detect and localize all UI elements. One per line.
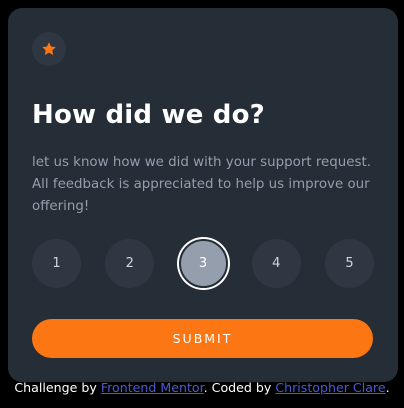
attribution-middle: . Coded by bbox=[203, 380, 276, 395]
rating-option-4[interactable]: 4 bbox=[251, 239, 301, 288]
attribution-prefix: Challenge by bbox=[14, 380, 101, 395]
author-link[interactable]: Christopher Clare bbox=[275, 380, 385, 395]
rating-option-2[interactable]: 2 bbox=[105, 239, 155, 288]
card-description: let us know how we did with your support… bbox=[32, 155, 371, 214]
rating-option-3[interactable]: 3 bbox=[178, 239, 228, 288]
rating-options: 1 2 3 4 5 bbox=[32, 239, 374, 288]
submit-button[interactable]: SUBMIT bbox=[32, 319, 373, 358]
star-icon bbox=[42, 42, 56, 55]
star-badge bbox=[32, 32, 66, 66]
rating-card: How did we do? let us know how we did wi… bbox=[8, 8, 398, 382]
frontend-mentor-link[interactable]: Frontend Mentor bbox=[101, 380, 204, 395]
card-title: How did we do? bbox=[32, 100, 265, 130]
attribution: Challenge by Frontend Mentor. Coded by C… bbox=[0, 380, 404, 395]
attribution-suffix: . bbox=[385, 380, 390, 395]
rating-option-5[interactable]: 5 bbox=[325, 239, 374, 288]
rating-option-1[interactable]: 1 bbox=[32, 239, 81, 288]
